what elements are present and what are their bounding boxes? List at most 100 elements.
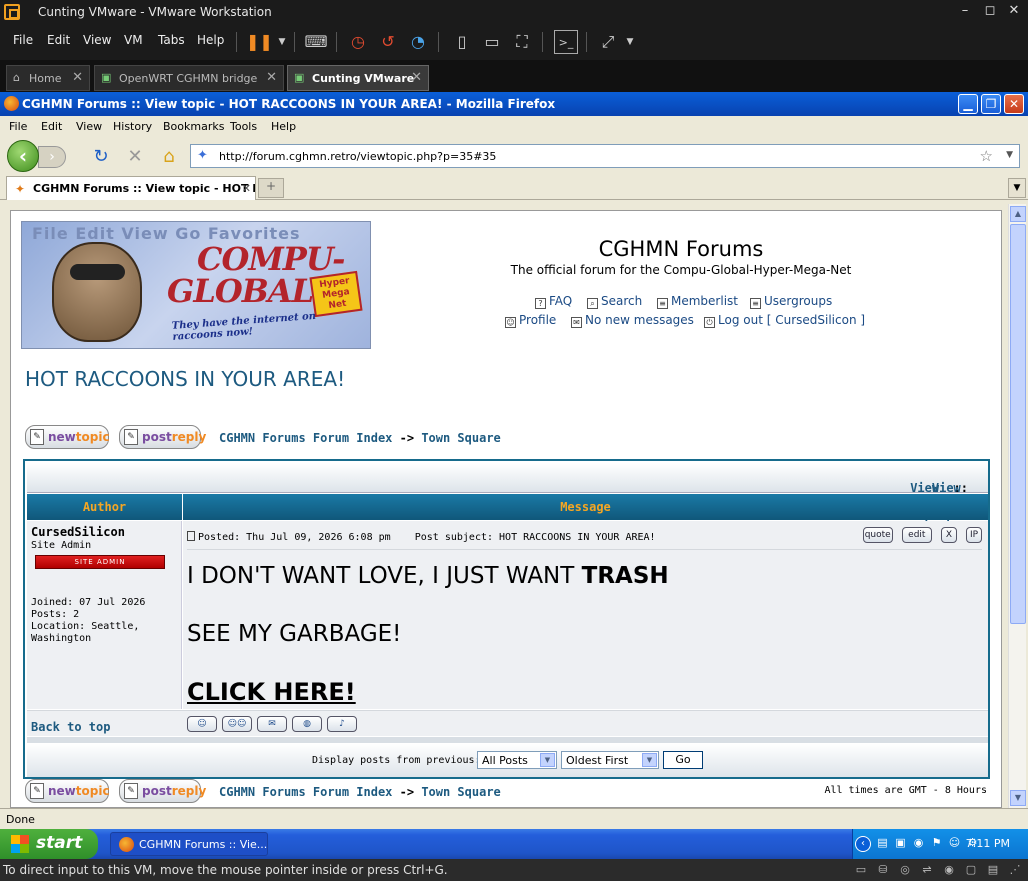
network-adapter-icon[interactable]: ⛁ xyxy=(876,863,890,877)
snapshot-manager-icon[interactable]: ◔ xyxy=(406,30,430,54)
usergroups-link[interactable]: ≡ Usergroups xyxy=(750,294,832,309)
click-here-link[interactable]: CLICK HERE! xyxy=(187,678,356,706)
menu-file[interactable]: File xyxy=(13,33,33,47)
breadcrumb-index[interactable]: CGHMN Forums Forum Index xyxy=(219,431,392,445)
cd-icon[interactable]: ◎ xyxy=(898,863,912,877)
back-button[interactable]: ‹ xyxy=(7,140,39,172)
scroll-thumb[interactable] xyxy=(1010,224,1026,624)
thumbnail-bar-icon[interactable]: ▭ xyxy=(480,30,504,54)
tab-cghmn-forums[interactable]: ✦ CGHMN Forums :: View topic - HOT RA...… xyxy=(6,176,256,200)
delete-icon[interactable]: X xyxy=(940,527,957,543)
hdd-icon[interactable]: ▭ xyxy=(854,863,868,877)
cghmn-logo[interactable]: File Edit View Go Favorites COMPU- GLOBA… xyxy=(21,221,371,349)
menu-help[interactable]: Help xyxy=(197,33,224,47)
tiktok-icon[interactable]: ♪ xyxy=(327,716,357,732)
order-select[interactable]: Oldest First ▼ xyxy=(561,751,659,769)
post-reply-button-bottom[interactable]: ✎ postreply xyxy=(119,779,206,803)
menu-help[interactable]: Help xyxy=(271,120,296,133)
stretch-guest-icon[interactable]: ⤢ xyxy=(596,30,620,54)
minimize-button[interactable]: ▁ xyxy=(958,94,978,114)
start-button[interactable]: start xyxy=(0,829,98,859)
menu-tabs[interactable]: Tabs xyxy=(158,33,185,47)
post-reply-button[interactable]: ✎ postreply xyxy=(119,425,206,449)
tab-list-dropdown-icon[interactable]: ▼ xyxy=(1008,178,1026,198)
pm-icon[interactable]: ☺☺ xyxy=(222,716,252,732)
tab-cunting-vmware[interactable]: ▣ Cunting VMware ✕ xyxy=(287,65,429,91)
new-topic-button[interactable]: ✎ newtopic xyxy=(25,425,110,449)
back-to-top-link[interactable]: Back to top xyxy=(31,720,110,734)
close-icon[interactable]: ✕ xyxy=(1006,3,1022,18)
maximize-icon[interactable]: ◻ xyxy=(982,3,998,18)
full-screen-icon[interactable]: ⛶ xyxy=(510,30,534,54)
tray-expand-icon[interactable]: ‹ xyxy=(855,836,871,852)
menu-tools[interactable]: Tools xyxy=(230,120,257,133)
volume-icon[interactable]: ◉ xyxy=(911,836,926,851)
console-view-icon[interactable]: >_ xyxy=(554,30,578,54)
scroll-down-icon[interactable]: ▼ xyxy=(1010,790,1026,806)
ip-icon[interactable]: IP xyxy=(966,527,982,543)
scroll-up-icon[interactable]: ▲ xyxy=(1010,206,1026,222)
revert-snapshot-icon[interactable]: ↺ xyxy=(376,30,400,54)
profile-icon[interactable]: ☺ xyxy=(187,716,217,732)
breadcrumb-forum[interactable]: Town Square xyxy=(421,785,500,799)
url-dropdown-icon[interactable]: ▼ xyxy=(1006,150,1013,160)
snapshot-icon[interactable]: ◷ xyxy=(346,30,370,54)
tab-openwrt-bridge[interactable]: ▣ OpenWRT CGHMN bridge ✕ xyxy=(94,65,284,91)
search-link[interactable]: ⌕ Search xyxy=(587,294,642,309)
minimize-icon[interactable]: – xyxy=(957,3,973,18)
vertical-scrollbar[interactable]: ▲ ▼ xyxy=(1008,204,1026,808)
menu-view[interactable]: View xyxy=(76,120,102,133)
menu-history[interactable]: History xyxy=(113,120,152,133)
breadcrumb-forum[interactable]: Town Square xyxy=(421,431,500,445)
menu-vm[interactable]: VM xyxy=(124,33,143,47)
menu-edit[interactable]: Edit xyxy=(41,120,62,133)
edit-icon[interactable]: edit xyxy=(901,527,932,543)
taskbar-item-firefox[interactable]: CGHMN Forums :: Vie... xyxy=(110,832,268,856)
menu-view[interactable]: View xyxy=(83,33,111,47)
restore-button[interactable]: ❐ xyxy=(981,94,1001,114)
website-icon[interactable]: ◍ xyxy=(292,716,322,732)
range-select[interactable]: All Posts ▼ xyxy=(477,751,557,769)
users-icon[interactable]: ☺ xyxy=(947,836,962,851)
network-icon[interactable]: ▤ xyxy=(875,836,890,851)
sound-icon[interactable]: ◉ xyxy=(942,863,956,877)
library-icon[interactable]: ▯ xyxy=(450,30,474,54)
menu-edit[interactable]: Edit xyxy=(47,33,70,47)
vmware-status-bar: To direct input to this VM, move the mou… xyxy=(0,859,1028,881)
pause-dropdown-icon[interactable]: ▼ xyxy=(270,30,294,54)
menu-bookmarks[interactable]: Bookmarks xyxy=(163,120,224,133)
memberlist-link[interactable]: ≡ Memberlist xyxy=(657,294,738,309)
breadcrumb-index[interactable]: CGHMN Forums Forum Index xyxy=(219,785,392,799)
close-tab-icon[interactable]: ✕ xyxy=(411,70,422,85)
stretch-dropdown-icon[interactable]: ▼ xyxy=(618,30,642,54)
pause-icon[interactable]: ❚❚ xyxy=(246,30,273,54)
go-button[interactable]: Go xyxy=(663,751,703,769)
faq-link[interactable]: ? FAQ xyxy=(535,294,572,309)
email-icon[interactable]: ✉ xyxy=(257,716,287,732)
quote-icon[interactable]: quote xyxy=(862,527,893,543)
tab-home[interactable]: ⌂ Home ✕ xyxy=(6,65,90,91)
send-ctrl-alt-del-icon[interactable]: ⌨ xyxy=(304,30,328,54)
logout-link[interactable]: ⏻ Log out [ CursedSilicon ] xyxy=(704,313,865,328)
new-tab-button[interactable]: + xyxy=(258,178,284,198)
menu-file[interactable]: File xyxy=(9,120,27,133)
vmware-tools-icon[interactable]: ▣ xyxy=(893,836,908,851)
close-tab-icon[interactable]: ✕ xyxy=(266,70,277,85)
messages-link[interactable]: ✉ No new messages xyxy=(571,313,694,328)
usb-icon[interactable]: ⇌ xyxy=(920,863,934,877)
topic-title[interactable]: HOT RACCOONS IN YOUR AREA! xyxy=(25,367,345,391)
forward-button[interactable]: › xyxy=(38,146,66,168)
stop-icon[interactable]: ✕ xyxy=(124,146,146,167)
home-icon[interactable]: ⌂ xyxy=(158,146,180,167)
url-bar[interactable]: ✦ http://forum.cghmn.retro/viewtopic.php… xyxy=(190,144,1020,168)
profile-link[interactable]: ☺ Profile xyxy=(505,313,556,328)
display-icon[interactable]: ▢ xyxy=(964,863,978,877)
new-topic-button-bottom[interactable]: ✎ newtopic xyxy=(25,779,110,803)
runner-icon[interactable]: ⚑ xyxy=(929,836,944,851)
close-tab-icon[interactable]: ✕ xyxy=(72,70,83,85)
reload-icon[interactable]: ↻ xyxy=(90,146,112,167)
close-tab-icon[interactable]: ✕ xyxy=(242,182,251,195)
message-log-icon[interactable]: ▤ xyxy=(986,863,1000,877)
bookmark-star-icon[interactable]: ☆ xyxy=(980,147,993,165)
close-button[interactable]: ✕ xyxy=(1004,94,1024,114)
